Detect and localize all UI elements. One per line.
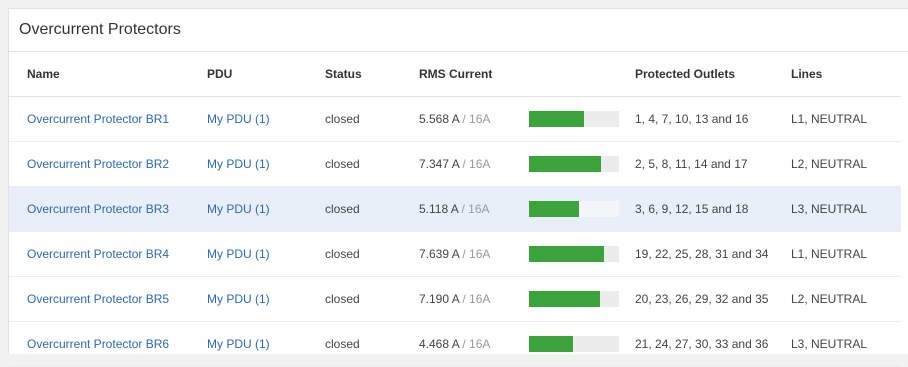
table-row[interactable]: Overcurrent Protector BR2 My PDU (1) close…	[9, 141, 901, 187]
protected-outlets-text: 3, 6, 9, 12, 15 and 18	[635, 202, 749, 216]
rms-current-value: 4.468 A	[419, 337, 460, 351]
pdu-link[interactable]: My PDU (1)	[207, 112, 270, 126]
table-row[interactable]: Overcurrent Protector BR5 My PDU (1) close…	[9, 276, 901, 322]
pdu-link[interactable]: My PDU (1)	[207, 202, 270, 216]
current-load-bar	[529, 291, 619, 307]
column-header-pdu[interactable]: PDU	[207, 52, 325, 97]
current-load-bar	[529, 156, 619, 172]
current-load-bar-fill	[529, 246, 605, 262]
rms-current-max: / 16A	[462, 292, 491, 306]
rms-current-max: / 16A	[462, 337, 491, 351]
column-header-load-bar	[529, 52, 635, 97]
rms-current-max: / 16A	[461, 202, 490, 216]
rms-current-value: 7.639 A	[419, 247, 460, 261]
rms-current-value: 5.568 A	[419, 112, 460, 126]
rms-current-value: 7.347 A	[419, 157, 460, 171]
pdu-link[interactable]: My PDU (1)	[207, 157, 270, 171]
column-header-lines[interactable]: Lines	[791, 52, 901, 97]
lines-text: L2, NEUTRAL	[791, 157, 868, 171]
protector-name-link[interactable]: Overcurrent Protector BR5	[27, 292, 169, 306]
rms-current-value: 7.190 A	[419, 292, 460, 306]
column-header-name[interactable]: Name	[9, 52, 207, 97]
panel-title: Overcurrent Protectors	[9, 9, 908, 52]
current-load-bar-fill	[529, 156, 602, 172]
current-load-bar	[529, 246, 619, 262]
current-load-bar	[529, 336, 619, 352]
current-load-bar-fill	[529, 201, 580, 217]
rms-current-max: / 16A	[462, 112, 491, 126]
current-load-bar	[529, 111, 619, 127]
rms-current-value: 5.118 A	[419, 202, 459, 216]
current-load-bar-fill	[529, 291, 600, 307]
lines-text: L2, NEUTRAL	[791, 292, 868, 306]
lines-text: L3, NEUTRAL	[791, 337, 868, 351]
overcurrent-protectors-panel: Overcurrent Protectors Name PDU Status R…	[8, 8, 908, 367]
status-text: closed	[325, 292, 360, 306]
lines-text: L1, NEUTRAL	[791, 112, 868, 126]
pdu-link[interactable]: My PDU (1)	[207, 337, 270, 351]
protector-name-link[interactable]: Overcurrent Protector BR4	[27, 247, 169, 261]
column-header-status[interactable]: Status	[325, 52, 419, 97]
protector-name-link[interactable]: Overcurrent Protector BR3	[27, 202, 169, 216]
lines-text: L1, NEUTRAL	[791, 247, 868, 261]
table-row[interactable]: Overcurrent Protector BR1 My PDU (1) close…	[9, 96, 901, 142]
status-text: closed	[325, 247, 360, 261]
table-row[interactable]: Overcurrent Protector BR4 My PDU (1) close…	[9, 231, 901, 277]
column-header-rms-current[interactable]: RMS Current	[419, 52, 529, 97]
table-row[interactable]: Overcurrent Protector BR3 My PDU (1) close…	[9, 186, 901, 232]
pdu-link[interactable]: My PDU (1)	[207, 292, 270, 306]
protector-name-link[interactable]: Overcurrent Protector BR1	[27, 112, 169, 126]
current-load-bar-fill	[529, 111, 584, 127]
current-load-bar	[529, 201, 619, 217]
status-text: closed	[325, 112, 360, 126]
column-header-protected-outlets[interactable]: Protected Outlets	[635, 52, 791, 97]
protected-outlets-text: 1, 4, 7, 10, 13 and 16	[635, 112, 749, 126]
lines-text: L3, NEUTRAL	[791, 202, 868, 216]
status-text: closed	[325, 337, 360, 351]
current-load-bar-fill	[529, 336, 573, 352]
protected-outlets-text: 20, 23, 26, 29, 32 and 35	[635, 292, 769, 306]
rms-current-max: / 16A	[462, 157, 491, 171]
status-text: closed	[325, 157, 360, 171]
protector-name-link[interactable]: Overcurrent Protector BR2	[27, 157, 169, 171]
protector-name-link[interactable]: Overcurrent Protector BR6	[27, 337, 169, 351]
rms-current-max: / 16A	[462, 247, 491, 261]
protected-outlets-text: 19, 22, 25, 28, 31 and 34	[635, 247, 769, 261]
table-header-row: Name PDU Status RMS Current Protected Ou…	[9, 52, 901, 97]
protected-outlets-text: 2, 5, 8, 11, 14 and 17	[635, 157, 748, 171]
pdu-link[interactable]: My PDU (1)	[207, 247, 270, 261]
status-text: closed	[325, 202, 360, 216]
protectors-table: Name PDU Status RMS Current Protected Ou…	[9, 52, 901, 367]
table-row[interactable]: Overcurrent Protector BR6 My PDU (1) close…	[9, 321, 901, 367]
protected-outlets-text: 21, 24, 27, 30, 33 and 36	[635, 337, 769, 351]
